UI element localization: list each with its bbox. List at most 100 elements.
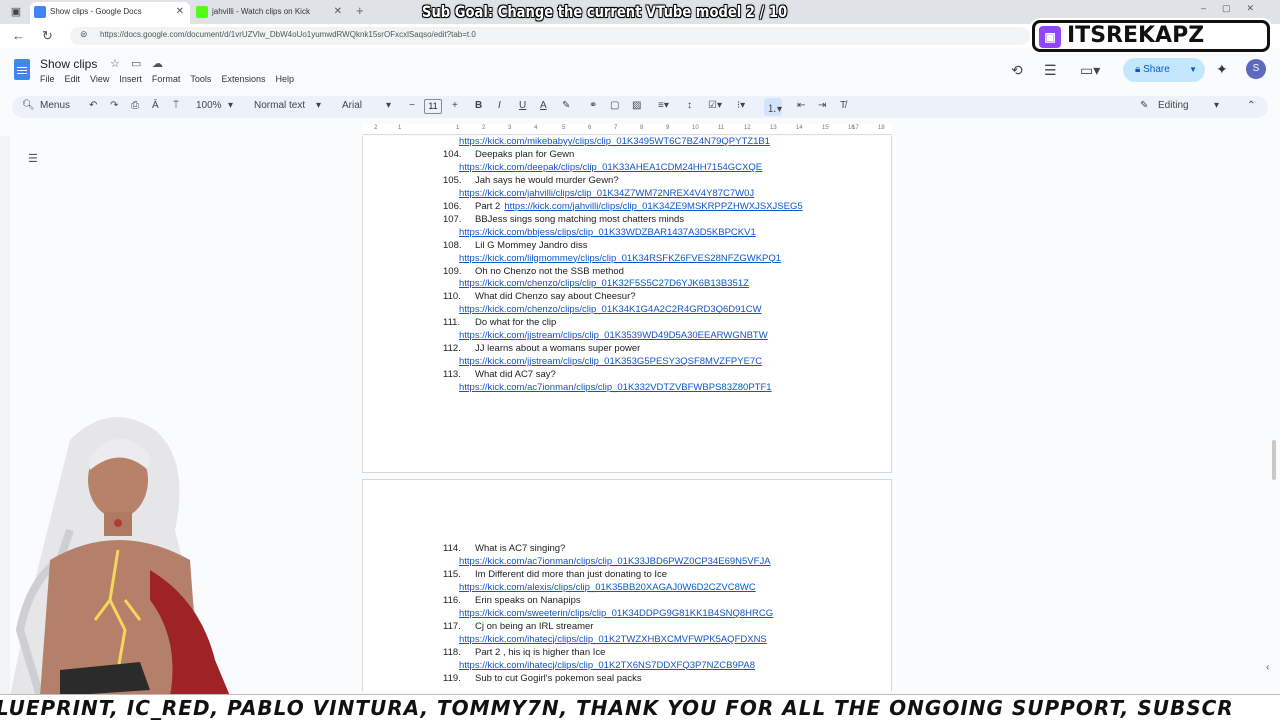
clip-link[interactable]: https://kick.com/jjstream/clips/clip_01K…	[459, 356, 762, 367]
chevron-down-icon[interactable]: ▾	[1214, 100, 1219, 111]
undo-icon[interactable]: ↶	[89, 100, 97, 111]
clip-link[interactable]: https://kick.com/jjstream/clips/clip_01K…	[459, 330, 768, 341]
list-item[interactable]: 117. Cj on being an IRL streamer	[443, 621, 593, 632]
menu-tools[interactable]: Tools	[190, 74, 211, 84]
chevron-down-icon[interactable]: ▾	[228, 100, 233, 111]
star-icon[interactable]: ☆	[110, 57, 120, 70]
avatar[interactable]: S	[1246, 59, 1266, 79]
clip-link[interactable]: https://kick.com/bbjess/clips/clip_01K33…	[459, 227, 756, 238]
meet-icon[interactable]: ▭▾	[1080, 62, 1100, 79]
clear-formatting-icon[interactable]: T̸	[840, 100, 846, 111]
numbered-list-icon[interactable]: ⒈▾	[767, 100, 782, 115]
list-item[interactable]: 108. Lil G Mommey Jandro diss	[443, 240, 587, 251]
menu-file[interactable]: File	[40, 74, 55, 84]
list-item[interactable]: 113. What did AC7 say?	[443, 369, 556, 380]
cloud-status-icon[interactable]: ☁	[152, 57, 163, 70]
decrease-font-icon[interactable]: −	[409, 100, 415, 111]
list-item[interactable]: 109. Oh no Chenzo not the SSB method	[443, 266, 624, 277]
increase-font-icon[interactable]: +	[452, 100, 458, 111]
gemini-icon[interactable]: ✦	[1216, 61, 1228, 78]
back-icon[interactable]: ←	[12, 28, 25, 43]
collapse-toolbar-icon[interactable]: ⌃	[1247, 100, 1255, 111]
url-field[interactable]: ⊜ https://docs.google.com/document/d/1vr…	[70, 27, 1030, 45]
chevron-down-icon[interactable]: ▼	[1189, 58, 1197, 82]
menu-help[interactable]: Help	[275, 74, 294, 84]
clip-link[interactable]: https://kick.com/ac7ionman/clips/clip_01…	[459, 382, 772, 393]
document-page[interactable]: https://kick.com/mikebabyy/clips/clip_01…	[362, 136, 892, 473]
tab-show-clips[interactable]: Show clips - Google Docs ✕	[30, 2, 190, 24]
move-folder-icon[interactable]: ▭	[131, 57, 141, 70]
align-icon[interactable]: ≡▾	[658, 100, 669, 111]
window-controls[interactable]: –▢✕	[1201, 3, 1270, 14]
tab-actions-icon[interactable]: ▣	[8, 4, 24, 20]
list-item[interactable]: 112. JJ learns about a womans super power	[443, 343, 640, 354]
menu-extensions[interactable]: Extensions	[221, 74, 265, 84]
insert-link-icon[interactable]: ⚭	[589, 100, 597, 111]
list-item[interactable]: 115. Im Different did more than just dona…	[443, 569, 667, 580]
text-color-icon[interactable]: A	[540, 100, 547, 111]
insert-image-icon[interactable]: ▨	[632, 100, 641, 111]
list-item[interactable]: 106. Part 2 https://kick.com/jahvilli/clip…	[443, 201, 803, 212]
list-item[interactable]: 119. Sub to cut Gogirl's pokemon seal pac…	[443, 673, 642, 684]
site-info-icon[interactable]: ⊜	[80, 29, 88, 40]
redo-icon[interactable]: ↷	[110, 100, 118, 111]
highlight-icon[interactable]: ✎	[562, 100, 570, 111]
side-panel-toggle-icon[interactable]: ‹	[1266, 662, 1269, 673]
italic-icon[interactable]: I	[498, 100, 501, 111]
insert-comment-icon[interactable]: ▢	[610, 100, 619, 111]
google-docs-logo-icon[interactable]	[14, 59, 30, 80]
clip-link[interactable]: https://kick.com/deepak/clips/clip_01K33…	[459, 162, 762, 173]
new-tab-icon[interactable]: +	[356, 3, 364, 18]
zoom-select[interactable]: 100%	[196, 100, 222, 111]
bold-icon[interactable]: B	[475, 100, 482, 111]
tab-kick-clips[interactable]: jahvilli - Watch clips on Kick ✕	[192, 2, 348, 24]
document-page[interactable]: 114. What is AC7 singing? https://kick.com…	[362, 479, 892, 691]
line-spacing-icon[interactable]: ↕	[687, 100, 692, 111]
clip-link[interactable]: https://kick.com/alexis/clips/clip_01K35…	[459, 582, 756, 593]
list-item[interactable]: 118. Part 2 , his iq is higher than Ice	[443, 647, 605, 658]
comments-icon[interactable]: ☰	[1044, 62, 1057, 79]
list-item[interactable]: 104. Deepaks plan for Gewn	[443, 149, 574, 160]
menu-view[interactable]: View	[90, 74, 109, 84]
clip-link[interactable]: https://kick.com/ac7ionman/clips/clip_01…	[459, 556, 771, 567]
bulleted-list-icon[interactable]: ⁝▾	[737, 100, 745, 111]
clip-link[interactable]: https://kick.com/chenzo/clips/clip_01K32…	[459, 278, 749, 289]
menu-insert[interactable]: Insert	[119, 74, 142, 84]
list-item[interactable]: 105. Jah says he would murder Gewn?	[443, 175, 619, 186]
scrollbar-thumb[interactable]	[1272, 440, 1276, 480]
menu-format[interactable]: Format	[152, 74, 181, 84]
checklist-icon[interactable]: ☑▾	[708, 100, 722, 111]
style-select[interactable]: Normal text	[254, 100, 305, 111]
menu-edit[interactable]: Edit	[65, 74, 81, 84]
search-menus[interactable]: Menus	[40, 100, 70, 111]
document-outline-icon[interactable]: ☰	[28, 152, 38, 165]
clip-link[interactable]: https://kick.com/ihatecj/clips/clip_01K2…	[459, 660, 755, 671]
list-item[interactable]: 114. What is AC7 singing?	[443, 543, 565, 554]
list-item[interactable]: 107. BBJess sings song matching most chat…	[443, 214, 684, 225]
close-tab-icon[interactable]: ✕	[334, 2, 342, 22]
document-title[interactable]: Show clips	[40, 57, 97, 71]
reload-icon[interactable]: ↻	[42, 28, 53, 44]
horizontal-ruler[interactable]: 2 1 1 2 3 4 5 6 7 8 9 10 11 12 13 14 15 16 17 18	[362, 124, 892, 135]
list-item[interactable]: 116. Erin speaks on Nanapips	[443, 595, 581, 606]
decrease-indent-icon[interactable]: ⇤	[797, 100, 805, 111]
clip-link[interactable]: https://kick.com/jahvilli/clips/clip_01K…	[459, 188, 754, 199]
list-item[interactable]: 111. Do what for the clip	[443, 317, 556, 328]
clip-link[interactable]: https://kick.com/sweeterin/clips/clip_01…	[459, 608, 773, 619]
clip-link[interactable]: https://kick.com/mikebabyy/clips/clip_01…	[459, 136, 770, 147]
font-size-input[interactable]: 11	[424, 99, 442, 114]
clip-link[interactable]: https://kick.com/lilgmommey/clips/clip_0…	[459, 253, 781, 264]
font-select[interactable]: Arial	[342, 100, 362, 111]
underline-icon[interactable]: U	[519, 100, 526, 111]
search-menus-icon[interactable]: 🔍︎	[22, 100, 35, 111]
chevron-down-icon[interactable]: ▾	[316, 100, 321, 111]
increase-indent-icon[interactable]: ⇥	[818, 100, 826, 111]
close-tab-icon[interactable]: ✕	[176, 2, 184, 22]
paint-format-icon[interactable]: ⍑	[173, 100, 179, 111]
clip-link[interactable]: https://kick.com/chenzo/clips/clip_01K34…	[459, 304, 762, 315]
clip-link[interactable]: https://kick.com/jahvilli/clips/clip_01K…	[504, 201, 802, 212]
clip-link[interactable]: https://kick.com/ihatecj/clips/clip_01K2…	[459, 634, 767, 645]
list-item[interactable]: 110. What did Chenzo say about Cheesur?	[443, 291, 636, 302]
chevron-down-icon[interactable]: ▾	[386, 100, 391, 111]
spellcheck-icon[interactable]: Ā	[152, 100, 159, 111]
